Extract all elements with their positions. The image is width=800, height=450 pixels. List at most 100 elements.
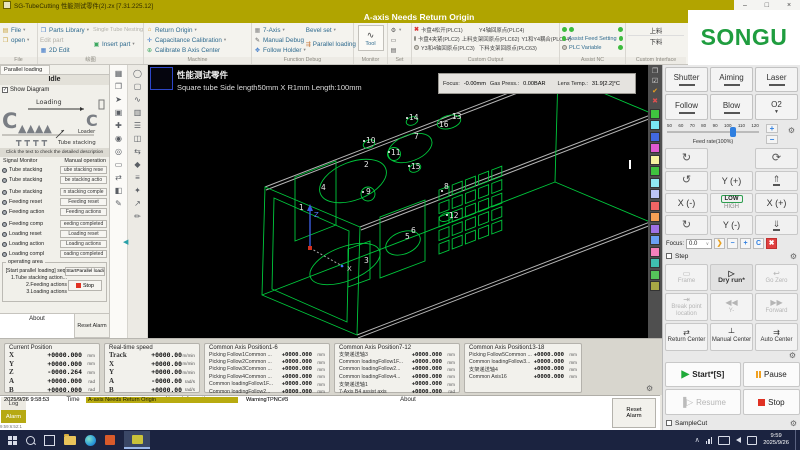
- signal-label[interactable]: Tube stacking: [9, 167, 58, 173]
- toolbar-icon[interactable]: ≡: [128, 171, 147, 184]
- y-back-button[interactable]: ◀◀Y-: [710, 293, 753, 321]
- follow-button[interactable]: Follow: [665, 94, 708, 119]
- toolbar-icon[interactable]: ➤: [110, 93, 127, 106]
- toolbar-icon[interactable]: ▦: [110, 67, 127, 80]
- start-parallel-loading-button[interactable]: StartParallel loadi: [65, 267, 105, 276]
- plc2-output[interactable]: 卡盘4夹紧(PLC2): [418, 35, 460, 43]
- toolbar-icon[interactable]: ✚: [110, 119, 127, 132]
- toolbar-icon[interactable]: ▢: [128, 80, 147, 93]
- auto-center-button[interactable]: ⇉Auto Center: [755, 323, 798, 351]
- color-swatch[interactable]: [650, 201, 660, 211]
- actions-settings-gear-icon[interactable]: ⚙: [789, 351, 796, 360]
- 2d-edit-button[interactable]: ▦2D Edit: [40, 45, 93, 55]
- toolbar-icon[interactable]: ⇆: [128, 145, 147, 158]
- forward-button[interactable]: ▶▶Forward: [755, 293, 798, 321]
- laser-button[interactable]: Laser: [755, 67, 798, 92]
- edge-browser-icon[interactable]: [85, 435, 96, 446]
- insert-part-button[interactable]: ▣Insert part▾: [93, 39, 141, 49]
- plc3-output[interactable]: Y3和4轴回原点(PLC3): [421, 44, 477, 52]
- y-plus-button[interactable]: Y (+): [710, 171, 753, 191]
- cad-viewport[interactable]: 1 2 3 4 5 6 7 8 9 10 11 12 13 14 15 16 Z…: [148, 65, 648, 338]
- manual-center-button[interactable]: ┴Manual Center: [710, 323, 753, 351]
- b-rotate-plus-button[interactable]: ↺: [665, 171, 708, 191]
- show-diagram-checkbox[interactable]: ✓: [2, 87, 8, 93]
- toolbar-icon[interactable]: ⇄: [110, 171, 127, 184]
- color-swatch[interactable]: [650, 178, 660, 188]
- signal-label[interactable]: Tube stacking: [9, 189, 58, 195]
- toolbar-icon[interactable]: ∿: [128, 93, 147, 106]
- frame-button[interactable]: ▭Frame: [665, 264, 708, 292]
- focus-refresh-icon[interactable]: C: [753, 238, 764, 249]
- log-row[interactable]: 2025/9/26 9:58:53 A-axis Needs Return Or…: [0, 396, 288, 404]
- aiming-button[interactable]: Aiming: [710, 67, 753, 92]
- color-swatch[interactable]: [650, 224, 660, 234]
- step-settings-gear-icon[interactable]: ⚙: [790, 252, 797, 261]
- tab-parallel-loading[interactable]: Parallel loading: [0, 65, 50, 74]
- return-center-button[interactable]: ⇄Return Center: [665, 323, 708, 351]
- plc63-output[interactable]: 下料支架回原点(PLC63): [479, 44, 537, 52]
- search-icon[interactable]: [26, 436, 35, 445]
- unload-button[interactable]: 下料: [628, 35, 684, 46]
- feed-settings-gear-icon[interactable]: ⚙: [788, 126, 795, 135]
- toolbar-icon[interactable]: ✏: [128, 210, 147, 223]
- dry-run-button[interactable]: ▷Dry run*: [710, 264, 753, 292]
- focus-go-button[interactable]: ❯: [714, 238, 725, 249]
- signal-label[interactable]: Feeding comp: [9, 221, 58, 227]
- plc-variable-button[interactable]: PLC Variable: [569, 45, 616, 51]
- go-zero-button[interactable]: ↩Go Zero: [755, 264, 798, 292]
- feed-slider-handle[interactable]: [730, 127, 736, 137]
- head-down-button[interactable]: ⇓: [755, 215, 798, 235]
- copy-icon[interactable]: ❐: [648, 67, 662, 77]
- break-point-button[interactable]: ⇥Break point location: [665, 293, 708, 321]
- open-button[interactable]: ❒open▾: [2, 35, 35, 45]
- load-button[interactable]: 上料: [628, 25, 684, 35]
- speed-toggle-button[interactable]: LOWHIGH: [710, 193, 753, 213]
- manual-operation-button[interactable]: eeding completed: [60, 220, 107, 228]
- close-button[interactable]: ×: [787, 2, 791, 9]
- signal-label[interactable]: Feeding reset: [9, 199, 58, 205]
- keyboard-icon[interactable]: [718, 436, 730, 445]
- cutting-head-button[interactable]: ⚙▾: [390, 25, 409, 35]
- color-swatch[interactable]: [650, 166, 660, 176]
- feed-slider-track[interactable]: [667, 131, 759, 133]
- b-rotate-minus-button[interactable]: ↻: [665, 215, 708, 235]
- follow-holder-button[interactable]: ✥Follow Holder▾: [254, 45, 306, 55]
- toolbar-icon[interactable]: ✦: [128, 184, 147, 197]
- active-app-icon[interactable]: [124, 431, 150, 449]
- signal-label[interactable]: Feeding action: [9, 209, 58, 215]
- speaker-icon[interactable]: [736, 437, 741, 443]
- file-menu-button[interactable]: ▤File▾: [2, 25, 35, 35]
- step-checkbox[interactable]: [666, 253, 672, 259]
- color-swatch[interactable]: [650, 155, 660, 165]
- parts-library-button[interactable]: ❒Parts Library▾: [40, 25, 93, 35]
- shutter-button[interactable]: Shutter: [665, 67, 708, 92]
- o2-button[interactable]: O2▼: [755, 94, 798, 119]
- collapse-arrow-icon[interactable]: ◀: [123, 238, 128, 246]
- tool-monitor-button[interactable]: ∿ Tool: [358, 25, 384, 51]
- assist-feed-setting-button[interactable]: Assist Feed Setting: [568, 36, 616, 42]
- samplecut-checkbox[interactable]: [666, 420, 672, 426]
- color-swatch[interactable]: [650, 258, 660, 268]
- x-minus-button[interactable]: X (-): [665, 193, 708, 213]
- plc4-output[interactable]: Y4轴回原点(PLC4): [479, 26, 524, 34]
- signal-label[interactable]: Loading compl: [9, 251, 58, 257]
- 7-axis-button[interactable]: ▦7-Axis▾: [254, 25, 306, 35]
- toolbar-icon[interactable]: ☰: [128, 119, 147, 132]
- tab-alarm[interactable]: Alarm: [1, 410, 26, 423]
- bevel-set-button[interactable]: Bevel set▾: [306, 25, 352, 35]
- color-swatch[interactable]: [650, 189, 660, 199]
- resume-button[interactable]: ▐▷Resume: [665, 389, 741, 414]
- edit-part-button[interactable]: Edit part: [40, 35, 93, 45]
- color-swatch[interactable]: [650, 120, 660, 130]
- toolbar-icon[interactable]: ▭: [110, 158, 127, 171]
- b-rotate-cw-button[interactable]: ↻: [665, 148, 708, 168]
- focus-plus-button[interactable]: +: [740, 238, 751, 249]
- stop-button[interactable]: Stop: [743, 389, 800, 414]
- focus-minus-button[interactable]: −: [727, 238, 738, 249]
- display-set-button[interactable]: ▭: [390, 35, 409, 45]
- reset-alarm-button[interactable]: Reset Alarm: [612, 398, 656, 428]
- blow-button[interactable]: Blow: [710, 94, 753, 119]
- color-swatch[interactable]: [650, 247, 660, 257]
- toolbar-icon[interactable]: ◎: [110, 145, 127, 158]
- loading-stop-button[interactable]: Stop: [68, 280, 102, 291]
